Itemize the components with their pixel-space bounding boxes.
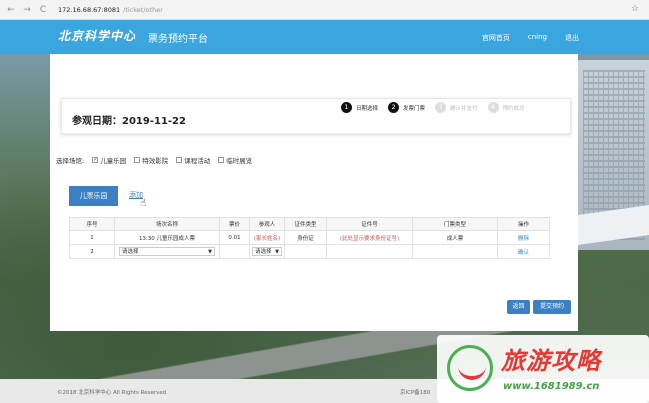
hand-cursor-icon: ☝ — [140, 198, 147, 209]
confirm-link[interactable]: 确认 — [497, 244, 550, 259]
venue-label: 选择场馆: — [56, 157, 85, 165]
table-header-row: 序号 场次名称 票价 参观人 证件类型 证件号 门票类型 操作 — [69, 217, 550, 231]
watermark: 旅游攻略 www.1681989.cn — [437, 335, 649, 403]
visitor-select[interactable]: 请选择 ▼ — [252, 247, 282, 256]
icp-text: 京ICP备180 — [400, 390, 431, 396]
venue-option-special-cinema[interactable]: 特效影院 — [134, 155, 168, 165]
copyright-text: ©2018 北京科学中心 All Rights Reserved — [57, 390, 167, 396]
id-number[interactable]: (此处显示要求身份证号) — [326, 230, 413, 245]
tab-children-park[interactable]: 儿票乐园 — [69, 186, 118, 206]
nav-home-link[interactable]: 官网首页 — [482, 33, 510, 43]
step-4: 4 预约成功 — [487, 102, 525, 113]
step-3: 3 确认并支付 — [435, 102, 478, 113]
visit-date: 参观日期：2019-11-22 — [72, 116, 186, 127]
nav-logout-link[interactable]: 退出 — [565, 33, 579, 43]
watermark-title: 旅游攻略 — [501, 347, 601, 375]
date-step-bar: 参观日期：2019-11-22 1 日期选择 2 发票门票 3 确认并支付 4 预约成功 — [61, 98, 571, 134]
url-path: /ticket/other — [123, 5, 163, 14]
step-1: 1 日期选择 — [341, 102, 378, 113]
checkbox-icon — [176, 157, 183, 163]
delete-link[interactable]: 删除 — [497, 230, 550, 245]
top-nav: 官网首页 cning 退出 — [482, 33, 579, 43]
url-host: 172.16.68.67:8081 — [58, 5, 121, 14]
step-2: 2 发票门票 — [388, 102, 425, 113]
bookmark-star-icon[interactable]: ☆ — [631, 4, 639, 14]
progress-steps: 1 日期选择 2 发票门票 3 确认并支付 4 预约成功 — [341, 102, 525, 113]
dropdown-arrow-icon: ▼ — [208, 249, 212, 255]
checkbox-icon — [218, 157, 225, 163]
browser-toolbar: ← → C 172.16.68.67:8081/ticket/other ☆ — [0, 0, 649, 20]
venue-option-temp-exhibit[interactable]: 临时展览 — [218, 155, 252, 165]
submit-booking-button[interactable]: 提交预约 — [533, 300, 571, 314]
back-arrow-icon[interactable]: ← — [6, 5, 16, 15]
app-header: 北京科学中心 票务预约平台 官网首页 cning 退出 — [0, 20, 649, 54]
address-bar[interactable]: 172.16.68.67:8081/ticket/other — [58, 6, 163, 14]
venue-selector: 选择场馆: ✓ 儿童乐园 特效影院 课程活动 临时展览 — [56, 155, 252, 165]
forward-arrow-icon[interactable]: → — [22, 5, 32, 15]
checkbox-checked-icon: ✓ — [92, 157, 99, 163]
platform-title: 票务预约平台 — [148, 34, 208, 45]
site-logo[interactable]: 北京科学中心 — [58, 27, 136, 44]
visitor-name[interactable]: (家长姓名) — [249, 230, 285, 245]
nav-user-link[interactable]: cning — [528, 33, 547, 43]
table-row: 2 请选择 ▼ 请选择 ▼ 确认 — [69, 244, 550, 259]
venue-option-courses[interactable]: 课程活动 — [176, 155, 210, 165]
reload-icon[interactable]: C — [38, 5, 48, 15]
watermark-url: www.1681989.cn — [503, 381, 600, 392]
checkbox-icon — [134, 157, 141, 163]
venue-option-children-park[interactable]: ✓ 儿童乐园 — [92, 155, 126, 165]
ticket-table: 序号 场次名称 票价 参观人 证件类型 证件号 门票类型 操作 1 13:30 … — [69, 217, 550, 259]
table-row: 1 13:30 儿童乐园成人票 0.01 (家长姓名) 身份证 (此处显示要求身… — [69, 230, 550, 245]
back-button[interactable]: 返回 — [507, 300, 530, 314]
watermark-logo-icon — [447, 345, 493, 391]
session-select[interactable]: 请选择 ▼ — [119, 247, 215, 256]
dropdown-arrow-icon: ▼ — [275, 249, 279, 255]
